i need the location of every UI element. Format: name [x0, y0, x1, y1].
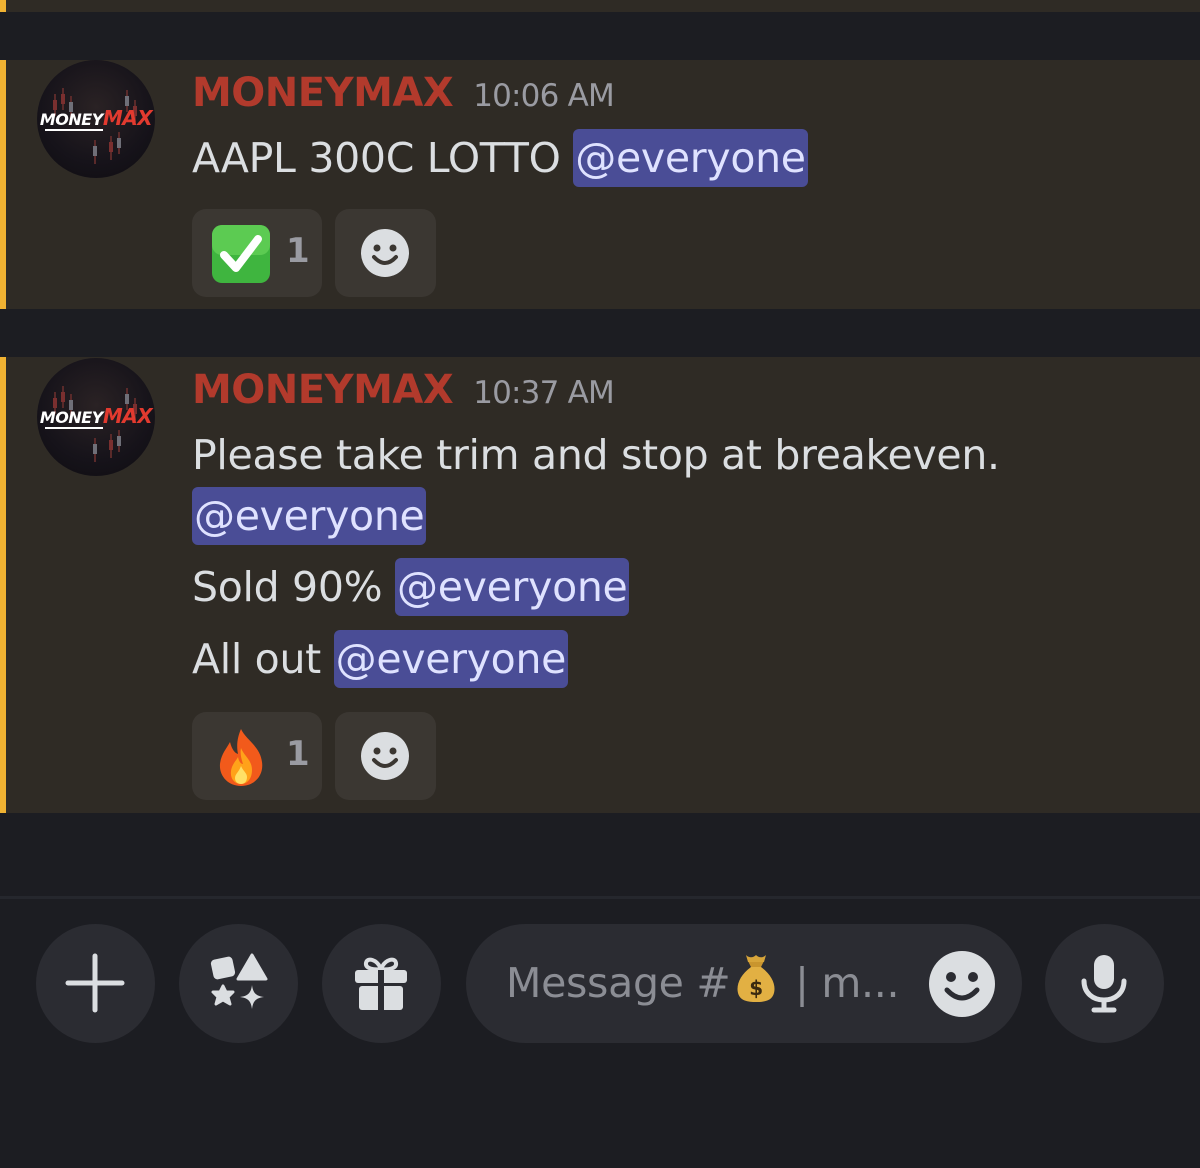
composer-divider: [0, 896, 1200, 899]
username[interactable]: MONEYMAX: [192, 367, 454, 413]
message[interactable]: MONEYMAX MONEYMAX 10:37 AM Please take tr…: [0, 357, 1200, 813]
reaction-fire[interactable]: 1: [192, 712, 322, 800]
message[interactable]: MONEYMAX MONEYMAX 10:06 AM AAPL 300C LOTT…: [0, 60, 1200, 309]
avatar-logo: MONEYMAX: [39, 404, 153, 428]
gift-button[interactable]: [322, 924, 441, 1043]
gift-icon: [355, 957, 407, 1010]
avatar-logo: MONEYMAX: [39, 106, 153, 130]
timestamp: 10:06 AM: [473, 78, 615, 114]
message-placeholder: Message # $ | m...: [506, 951, 900, 1007]
previous-message-highlight: [0, 0, 1200, 12]
message-line: Please take trim and stop at breakeven.: [192, 431, 1000, 479]
reaction-count: 1: [286, 734, 310, 774]
message-line: AAPL 300C LOTTO @everyone: [192, 129, 808, 187]
money-bag-icon: $: [737, 955, 775, 1002]
mention[interactable]: @everyone: [395, 558, 630, 616]
attach-button[interactable]: [36, 924, 155, 1043]
message-header: MONEYMAX 10:37 AM: [192, 367, 615, 417]
microphone-icon: [1081, 955, 1127, 1013]
reaction-check[interactable]: 1: [192, 209, 322, 297]
emoji-picker-icon[interactable]: [928, 950, 996, 1018]
avatar[interactable]: MONEYMAX: [37, 358, 155, 476]
avatar[interactable]: MONEYMAX: [37, 60, 155, 178]
add-reaction-button[interactable]: [335, 712, 436, 800]
message-line: @everyone: [192, 487, 427, 545]
plus-icon: [65, 953, 125, 1013]
fire-icon: [219, 729, 263, 786]
logo-underline: [45, 129, 103, 131]
mention[interactable]: @everyone: [192, 487, 427, 545]
smiley-icon: [361, 732, 409, 780]
mention[interactable]: @everyone: [573, 129, 808, 187]
message-header: MONEYMAX 10:06 AM: [192, 70, 615, 120]
add-reaction-button[interactable]: [335, 209, 436, 297]
apps-button[interactable]: [179, 924, 298, 1043]
mention[interactable]: @everyone: [333, 630, 569, 688]
reaction-count: 1: [286, 231, 310, 271]
timestamp: 10:37 AM: [473, 375, 615, 411]
username[interactable]: MONEYMAX: [192, 70, 454, 116]
smiley-icon: [361, 229, 409, 277]
message-line: All out @everyone: [192, 630, 569, 688]
message-line: Sold 90% @everyone: [192, 558, 630, 616]
svg-text:$: $: [750, 976, 764, 1000]
check-mark-button-icon: [212, 225, 270, 283]
apps-icon: [210, 953, 268, 1009]
logo-underline: [45, 427, 103, 429]
voice-message-button[interactable]: [1045, 924, 1164, 1043]
message-input[interactable]: Message # $ | m...: [466, 924, 1022, 1043]
